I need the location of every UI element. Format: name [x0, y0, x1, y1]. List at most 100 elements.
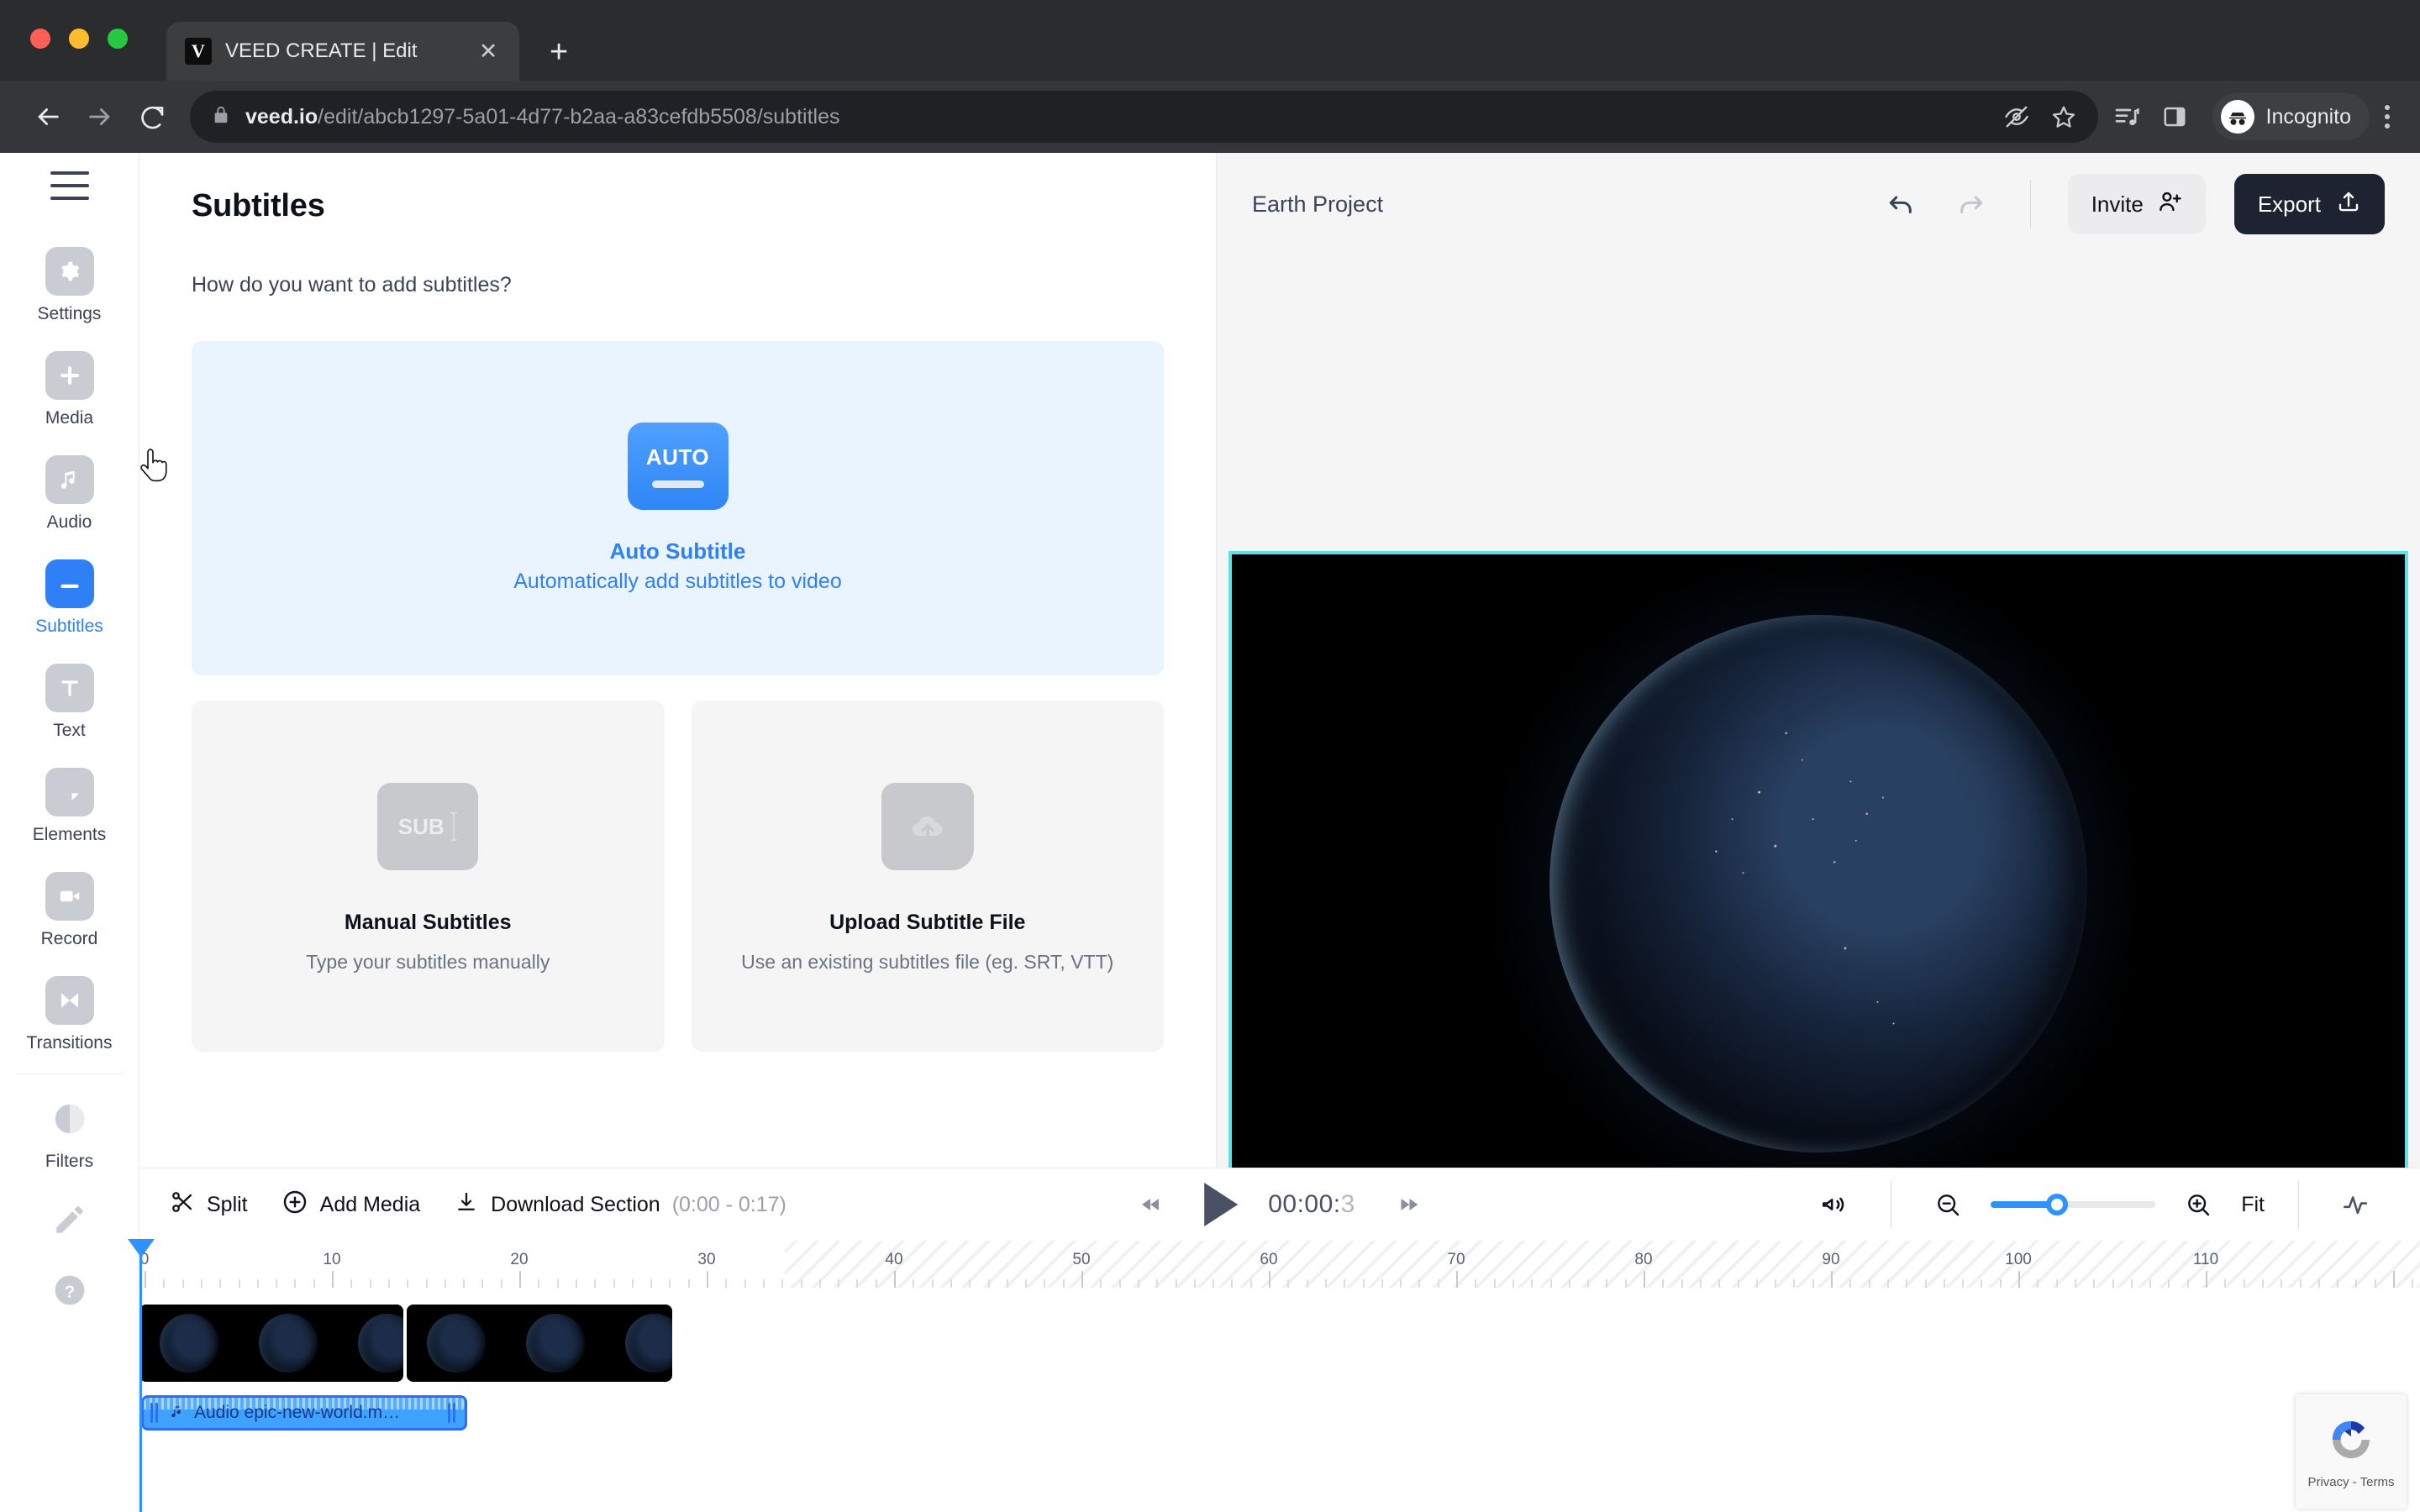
address-bar[interactable]: veed.io/edit/abcb1297-5a01-4d77-b2aa-a83… [190, 91, 2098, 143]
thumbnail-frame [338, 1305, 403, 1382]
ruler-tick-minor [1006, 1279, 1008, 1288]
zoom-in-icon[interactable] [2175, 1182, 2221, 1227]
clip-handle-right[interactable] [448, 1403, 458, 1423]
sidebar-item-label: Record [40, 929, 98, 948]
play-icon[interactable] [1204, 1183, 1239, 1226]
ruler-tick-minor [669, 1279, 671, 1288]
ruler-tick-minor [1775, 1279, 1777, 1288]
auto-subtitle-card[interactable]: AUTO Auto Subtitle Automatically add sub… [192, 341, 1164, 675]
transitions-icon [45, 976, 94, 1025]
browser-toolbar: veed.io/edit/abcb1297-5a01-4d77-b2aa-a83… [0, 81, 2420, 153]
profile-incognito-button[interactable]: Incognito [2212, 93, 2370, 140]
minimize-window-button[interactable] [69, 29, 89, 49]
playhead[interactable] [127, 1239, 155, 1512]
zoom-slider-knob[interactable] [2045, 1194, 2068, 1215]
media-list-icon[interactable] [2113, 103, 2140, 130]
music-note-icon [45, 455, 94, 504]
fit-button[interactable]: Fit [2241, 1193, 2265, 1217]
sidebar-item-transitions[interactable]: Transitions [0, 964, 139, 1068]
ruler-tick-minor [1231, 1279, 1234, 1288]
video-clip-2[interactable] [407, 1305, 672, 1382]
auto-badge-bar [651, 480, 704, 488]
reload-icon[interactable] [126, 91, 178, 143]
timeline-ruler[interactable]: 0 10 20 30 40 50 60 70 80 90 100 110 [139, 1241, 2420, 1288]
incognito-icon [2220, 100, 2254, 134]
undo-arrow-icon[interactable] [1879, 181, 1924, 227]
ruler-tick-minor [1175, 1279, 1177, 1288]
transport-controls: 00:00:3 [1128, 1182, 1431, 1227]
help-button[interactable]: ? [0, 1257, 139, 1328]
ruler-tick-minor [987, 1279, 990, 1288]
download-section-button[interactable]: Download Section (0:00 - 0:17) [454, 1189, 786, 1221]
ruler-tick-minor [594, 1279, 597, 1288]
manual-subtitles-card[interactable]: SUB Manual Subtitles Type your subtitles… [192, 701, 665, 1052]
sidebar-item-filters[interactable]: Filters [0, 1083, 139, 1187]
timeline-tracks: Audio epic-new-world.m… [127, 1239, 2420, 1512]
video-canvas[interactable] [1228, 551, 2408, 1216]
recaptcha-badge[interactable]: Privacy - Terms [2296, 1394, 2407, 1509]
side-panel-icon[interactable] [2162, 104, 2187, 129]
zoom-slider[interactable] [1991, 1194, 2156, 1215]
ruler-tick-minor [2168, 1279, 2170, 1288]
pencil-tool-button[interactable] [0, 1187, 139, 1257]
ruler-tick-minor [950, 1279, 952, 1288]
zoom-out-icon[interactable] [1925, 1182, 1970, 1227]
video-camera-icon [45, 872, 94, 921]
auto-badge-icon: AUTO [627, 423, 729, 510]
upload-subtitle-file-card[interactable]: Upload Subtitle File Use an existing sub… [691, 701, 1164, 1052]
ruler-tick-minor [350, 1279, 353, 1288]
hamburger-icon[interactable] [50, 171, 89, 200]
new-tab-button[interactable]: + [550, 34, 568, 71]
upload-arrow-icon [2336, 189, 2361, 220]
ruler-tick-minor [781, 1279, 784, 1288]
url-text: veed.io/edit/abcb1297-5a01-4d77-b2aa-a83… [245, 105, 839, 129]
split-button[interactable]: Split [170, 1189, 248, 1221]
close-window-button[interactable] [30, 29, 50, 49]
close-icon[interactable]: ✕ [476, 39, 501, 63]
add-media-button[interactable]: Add Media [281, 1189, 420, 1221]
ruler-tick-minor [613, 1279, 615, 1288]
hide-icon[interactable] [2004, 104, 2029, 129]
ruler-tick-minor [575, 1279, 577, 1288]
export-button[interactable]: Export [2233, 174, 2385, 234]
forward-icon[interactable] [74, 91, 126, 143]
sidebar-item-media[interactable]: Media [0, 339, 139, 444]
omnibox-actions [2004, 104, 2076, 129]
sidebar-item-subtitles[interactable]: Subtitles [0, 548, 139, 652]
back-icon[interactable] [22, 91, 74, 143]
redo-arrow-icon[interactable] [1948, 181, 1993, 227]
project-name[interactable]: Earth Project [1252, 192, 1383, 218]
export-button-label: Export [2257, 191, 2321, 217]
waveform-icon[interactable] [2333, 1182, 2378, 1227]
kebab-menu-icon[interactable] [2370, 101, 2398, 133]
browser-tab[interactable]: V VEED CREATE | Edit ✕ [166, 22, 519, 81]
ruler-tick-major [332, 1271, 334, 1288]
earth-video-frame [1549, 615, 2087, 1152]
ruler-label: 40 [885, 1251, 903, 1268]
sidebar-item-elements[interactable]: Elements [0, 756, 139, 860]
card-title: Manual Subtitles [344, 911, 512, 934]
sidebar-item-record[interactable]: Record [0, 860, 139, 964]
sidebar-item-text[interactable]: Text [0, 652, 139, 756]
ruler-tick-minor [369, 1279, 371, 1288]
ruler-tick-minor [1849, 1279, 1852, 1288]
playhead-handle[interactable] [127, 1239, 155, 1257]
bookmark-star-icon[interactable] [2051, 104, 2076, 129]
skip-back-icon[interactable] [1128, 1182, 1174, 1227]
maximize-window-button[interactable] [108, 29, 128, 49]
ruler-tick-major [2018, 1271, 2020, 1288]
video-clip-1[interactable] [139, 1305, 403, 1382]
clip-handle-left[interactable] [150, 1403, 160, 1423]
speaker-icon[interactable] [1812, 1182, 1857, 1227]
ruler-tick-minor [913, 1279, 915, 1288]
shapes-icon [45, 768, 94, 816]
sidebar-item-settings[interactable]: Settings [0, 235, 139, 339]
skip-forward-icon[interactable] [1386, 1182, 1431, 1227]
ruler-tick-minor [2112, 1279, 2114, 1288]
audio-clip[interactable]: Audio epic-new-world.m… [141, 1395, 467, 1431]
invite-button[interactable]: Invite [2067, 174, 2206, 234]
ruler-tick-minor [1606, 1279, 1608, 1288]
ruler-label: 20 [510, 1251, 529, 1268]
sidebar-item-audio[interactable]: Audio [0, 444, 139, 548]
subtitles-icon [45, 559, 94, 608]
